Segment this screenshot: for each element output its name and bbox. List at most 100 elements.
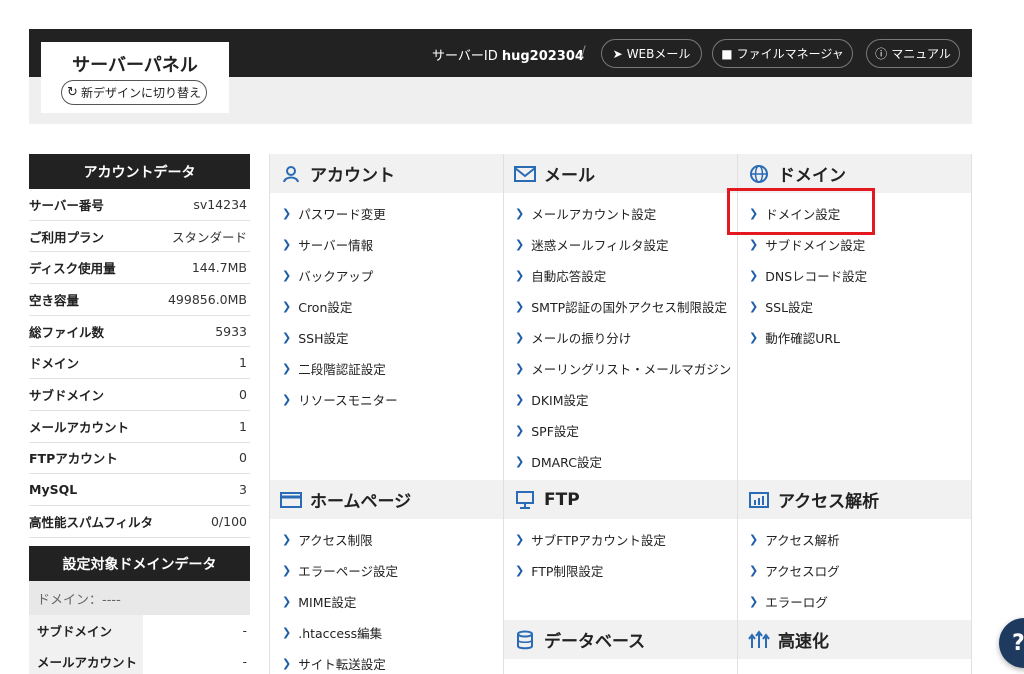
manual-label: マニュアル (891, 47, 951, 61)
section-title: ドメイン (778, 166, 846, 186)
row-value: 499856.0MB (167, 291, 247, 307)
menu-item-label: メーリングリスト・メールマガジン (531, 361, 732, 377)
row-label: ドメイン (29, 356, 80, 372)
menu-item-label: 自動応答設定 (531, 268, 607, 284)
section-account-header: アカウント (270, 154, 503, 193)
row-value: - (242, 654, 247, 669)
chevron-right-icon: ❯ (515, 268, 525, 282)
file-manager-button[interactable]: ■ ファイルマネージャ (712, 39, 853, 68)
menu-item-sub-ftp[interactable]: ❯ サブFTPアカウント設定 (515, 530, 666, 548)
menu-item-auto-reply[interactable]: ❯ 自動応答設定 (515, 266, 606, 284)
menu-item-mailing-list[interactable]: ❯ メーリングリスト・メールマガジン (515, 359, 731, 377)
menu-item-site-redirect[interactable]: ❯ サイト転送設定 (282, 654, 386, 672)
menu-item-cron[interactable]: ❯ Cron設定 (282, 297, 352, 315)
section-title: FTP (544, 489, 580, 510)
chevron-right-icon: ❯ (749, 563, 759, 577)
menu-item-mail-sorting[interactable]: ❯ メールの振り分け (515, 328, 631, 346)
menu-item-label: エラーログ (765, 594, 828, 610)
header-separator: / (581, 44, 586, 60)
menu-item-password-change[interactable]: ❯ パスワード変更 (282, 204, 386, 222)
menu-item-label: 動作確認URL (765, 330, 841, 346)
menu-item-server-info[interactable]: ❯ サーバー情報 (282, 235, 373, 253)
menu-item-ssl[interactable]: ❯ SSL設定 (749, 297, 813, 315)
chevron-right-icon: ❯ (749, 330, 759, 344)
menu-item-error-log[interactable]: ❯ エラーログ (749, 592, 828, 610)
chevron-right-icon: ❯ (749, 237, 759, 251)
menu-item-htaccess[interactable]: ❯ .htaccess編集 (282, 623, 382, 641)
switch-design-button[interactable]: ↻ 新デザインに切り替え (61, 80, 207, 105)
menu-item-two-factor[interactable]: ❯ 二段階認証設定 (282, 359, 386, 377)
chevron-right-icon: ❯ (749, 268, 759, 282)
menu-item-access-analytics[interactable]: ❯ アクセス解析 (749, 530, 840, 548)
menu-item-label: アクセスログ (765, 563, 840, 579)
row-value: 144.7MB (191, 260, 247, 276)
row-value: 1 (239, 418, 247, 434)
menu-item-mime[interactable]: ❯ MIME設定 (282, 592, 356, 610)
menu-item-dkim[interactable]: ❯ DKIM設定 (515, 390, 589, 408)
manual-button[interactable]: ⓘ マニュアル (866, 39, 960, 68)
menu-item-dns-record[interactable]: ❯ DNSレコード設定 (749, 266, 867, 284)
row-label: 総ファイル数 (29, 324, 105, 340)
logo-box: サーバーパネル ↻ 新デザインに切り替え (41, 42, 229, 113)
menu-item-label: エラーページ設定 (298, 563, 398, 579)
menu-item-label: サブFTPアカウント設定 (531, 532, 666, 548)
table-row: 高性能スパムフィルタ 0/100 (29, 506, 250, 538)
chevron-right-icon: ❯ (515, 454, 525, 468)
row-value: 1 (239, 355, 247, 371)
row-value: スタンダード (171, 229, 247, 245)
menu-item-ssh[interactable]: ❯ SSH設定 (282, 328, 349, 346)
monitor-icon (514, 489, 536, 511)
help-button[interactable]: ? (999, 618, 1024, 668)
table-row: メールアカウント - (29, 646, 250, 674)
menu-item-access-log[interactable]: ❯ アクセスログ (749, 561, 840, 579)
chevron-right-icon: ❯ (749, 594, 759, 608)
chevron-right-icon: ❯ (282, 361, 292, 375)
chevron-right-icon: ❯ (282, 532, 292, 546)
section-homepage-header: ホームページ (270, 480, 503, 519)
menu-item-access-restriction[interactable]: ❯ アクセス制限 (282, 530, 373, 548)
menu-item-mail-account[interactable]: ❯ メールアカウント設定 (515, 204, 656, 222)
menu-item-subdomain[interactable]: ❯ サブドメイン設定 (749, 235, 865, 253)
menu-item-spf[interactable]: ❯ SPF設定 (515, 421, 579, 439)
menu-item-ftp-restriction[interactable]: ❯ FTP制限設定 (515, 561, 603, 579)
menu-item-error-page[interactable]: ❯ エラーページ設定 (282, 561, 398, 579)
menu-item-label: サブドメイン設定 (765, 237, 866, 253)
menu-item-label: メールアカウント設定 (531, 206, 657, 222)
section-title: メール (544, 166, 595, 186)
table-row: 空き容量 499856.0MB (29, 284, 250, 316)
section-database-header: データベース (504, 620, 737, 659)
account-data-heading: アカウントデータ (29, 154, 250, 189)
server-id-value: hug202304 (501, 49, 584, 64)
menu-item-label: DMARC設定 (531, 454, 602, 470)
row-label: MySQL (29, 482, 78, 498)
chevron-right-icon: ❯ (282, 206, 292, 220)
account-data-table: サーバー番号 sv14234 ご利用プラン スタンダード ディスク使用量 144.7M… (29, 189, 250, 538)
menu-item-label: SMTP認証の国外アクセス制限設定 (531, 299, 727, 315)
mail-icon (514, 163, 536, 185)
row-label: サーバー番号 (29, 197, 104, 213)
chevron-right-icon: ❯ (749, 299, 759, 313)
speed-arrows-icon (748, 629, 770, 651)
globe-icon (748, 163, 770, 185)
row-label: メールアカウント (29, 419, 130, 435)
menu-item-label: サーバー情報 (298, 237, 374, 253)
web-mail-button[interactable]: ➤ WEBメール (601, 39, 702, 68)
table-row: ディスク使用量 144.7MB (29, 252, 250, 285)
menu-item-dmarc[interactable]: ❯ DMARC設定 (515, 452, 602, 470)
menu-item-label: バックアップ (298, 268, 374, 284)
user-icon (280, 163, 302, 185)
menu-item-spam-filter[interactable]: ❯ 迷惑メールフィルタ設定 (515, 235, 668, 253)
chevron-right-icon: ❯ (282, 268, 292, 282)
switch-design-label: 新デザインに切り替え (80, 86, 201, 100)
menu-item-label: パスワード変更 (298, 206, 386, 222)
menu-item-resource-monitor[interactable]: ❯ リソースモニター (282, 390, 398, 408)
menu-item-backup[interactable]: ❯ バックアップ (282, 266, 373, 284)
chevron-right-icon: ❯ (749, 532, 759, 546)
refresh-icon: ↻ (67, 85, 78, 100)
domain-label-row: ドメイン：---- (29, 581, 250, 615)
menu-item-test-url[interactable]: ❯ 動作確認URL (749, 328, 840, 346)
row-label: FTPアカウント (29, 451, 118, 467)
row-value: sv14234 (193, 196, 247, 212)
menu-item-smtp-restriction[interactable]: ❯ SMTP認証の国外アクセス制限設定 (515, 297, 727, 315)
page-title: サーバーパネル (72, 55, 198, 76)
